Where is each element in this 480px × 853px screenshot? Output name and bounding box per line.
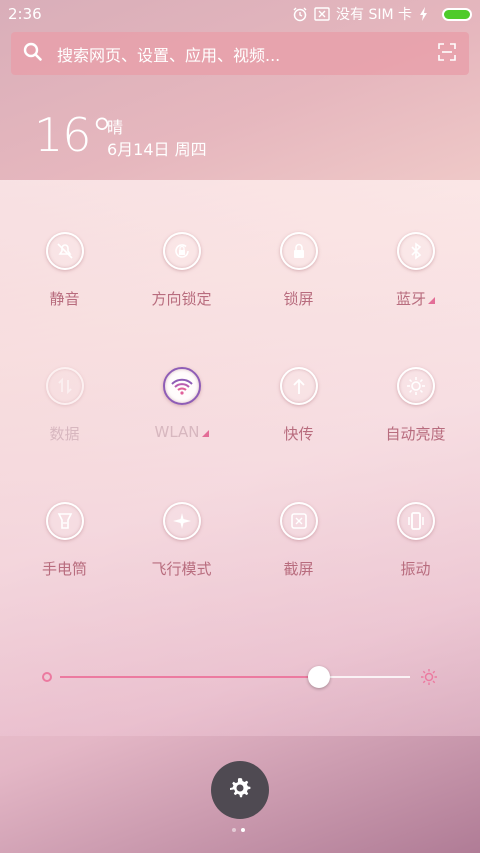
toggle-label: 飞行模式	[151, 560, 212, 578]
slider-knob[interactable]	[308, 666, 330, 688]
toggle-mute[interactable]: 静音	[6, 232, 123, 309]
toggle-label: 蓝牙	[396, 288, 435, 309]
weather-date: 6月14日 周四	[107, 140, 207, 159]
toggle-lock-screen[interactable]: 锁屏	[240, 232, 357, 309]
search-bar[interactable]: 搜索网页、设置、应用、视频...	[11, 32, 469, 75]
brightness-low-icon	[42, 672, 52, 682]
airplane-icon	[162, 502, 201, 540]
charging-icon	[418, 6, 434, 22]
page-indicator	[232, 828, 245, 832]
slider-fill	[60, 676, 319, 678]
search-icon	[23, 42, 43, 66]
wifi-icon	[162, 367, 201, 405]
screenshot-cancel-icon	[314, 6, 330, 22]
status-icons: 没有 SIM 卡	[292, 4, 472, 24]
status-time: 2:36	[8, 5, 42, 23]
toggle-rotation-lock[interactable]: 方向锁定	[123, 232, 240, 309]
settings-button[interactable]	[211, 761, 269, 819]
mute-icon	[45, 232, 84, 270]
toggle-auto-brightness[interactable]: 自动亮度	[357, 367, 474, 444]
carrier-text: 没有 SIM 卡	[336, 7, 412, 23]
toggle-airplane[interactable]: 飞行模式	[123, 502, 240, 579]
toggle-label: 手电筒	[41, 560, 87, 578]
screenshot-icon	[279, 502, 318, 540]
toggle-label: 数据	[49, 425, 80, 443]
page-dot	[232, 828, 236, 832]
more-indicator	[428, 297, 435, 304]
weather-condition: 晴	[107, 118, 124, 137]
rotation-lock-icon	[162, 232, 201, 270]
toggle-bluetooth[interactable]: 蓝牙	[357, 232, 474, 309]
toggle-label: 方向锁定	[151, 290, 212, 308]
battery-icon	[442, 7, 472, 21]
vibrate-icon	[396, 502, 435, 540]
search-input[interactable]: 搜索网页、设置、应用、视频...	[57, 42, 437, 66]
alarm-icon	[292, 6, 308, 22]
gear-icon	[228, 776, 252, 804]
brightness-slider[interactable]	[40, 665, 440, 689]
toggle-quick-transfer[interactable]: 快传	[240, 367, 357, 444]
toggle-label: WLAN	[154, 423, 209, 441]
toggle-flashlight[interactable]: 手电筒	[6, 502, 123, 579]
data-icon	[45, 367, 84, 405]
temperature: 16°	[34, 108, 114, 162]
toggle-label: 振动	[400, 560, 431, 578]
toggle-grid: 静音 方向锁定 锁屏 蓝牙 数据 WLAN 快传 自动亮度 手电筒 飞行模式 截…	[6, 232, 474, 579]
toggle-vibrate[interactable]: 振动	[357, 502, 474, 579]
toggle-label: 截屏	[283, 560, 314, 578]
toggle-label: 静音	[49, 290, 80, 308]
toggle-label: 快传	[283, 425, 314, 443]
lock-icon	[279, 232, 318, 270]
toggle-screenshot[interactable]: 截屏	[240, 502, 357, 579]
toggle-data[interactable]: 数据	[6, 367, 123, 444]
bluetooth-icon	[396, 232, 435, 270]
status-bar: 2:36 没有 SIM 卡	[0, 0, 480, 28]
weather-widget[interactable]: 16° 晴 6月14日 周四	[0, 80, 480, 180]
toggle-label: 锁屏	[283, 290, 314, 308]
toggle-wlan[interactable]: WLAN	[123, 367, 240, 444]
flashlight-icon	[45, 502, 84, 540]
quick-settings-panel: 静音 方向锁定 锁屏 蓝牙 数据 WLAN 快传 自动亮度 手电筒 飞行模式 截…	[0, 180, 480, 736]
more-indicator	[201, 430, 209, 437]
brightness-high-icon	[420, 668, 438, 690]
page-dot-active	[241, 828, 245, 832]
toggle-label: 自动亮度	[385, 425, 446, 443]
quick-transfer-icon	[279, 367, 318, 405]
auto-brightness-icon	[396, 367, 435, 405]
scan-icon[interactable]	[437, 42, 457, 66]
